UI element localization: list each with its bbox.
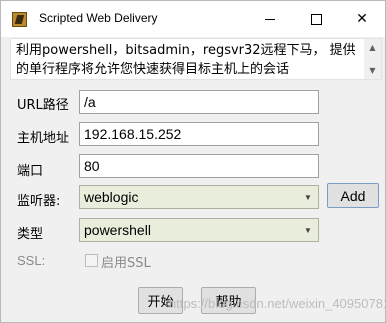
dialog-window: Scripted Web Delivery ✕ 利用powershell，bit…: [0, 0, 386, 323]
type-label: 类型: [17, 227, 44, 242]
ssl-checkbox-label: 启用SSL: [101, 256, 151, 271]
type-select[interactable]: powershell ▼: [79, 218, 319, 242]
maximize-button[interactable]: [293, 1, 339, 37]
ssl-checkbox[interactable]: [85, 254, 98, 267]
minimize-icon: [265, 18, 275, 20]
description-box[interactable]: 利用powershell，bitsadmin，regsvr32远程下马， 提供 …: [10, 38, 382, 80]
chevron-down-icon: ▼: [304, 225, 312, 235]
close-button[interactable]: ✕: [339, 1, 385, 37]
host-label: 主机地址: [17, 131, 70, 146]
ssl-label: SSL:: [17, 253, 46, 268]
host-input[interactable]: 192.168.15.252: [79, 122, 319, 146]
close-icon: ✕: [356, 11, 368, 27]
scroll-down-icon[interactable]: ▼: [364, 62, 381, 79]
listener-select[interactable]: weblogic ▼: [79, 185, 319, 209]
window-title: Scripted Web Delivery: [39, 11, 158, 25]
description-scrollbar[interactable]: ▲ ▼: [364, 39, 381, 79]
listener-label: 监听器:: [17, 194, 61, 209]
chevron-down-icon: ▼: [304, 192, 312, 202]
port-input[interactable]: 80: [79, 154, 319, 178]
type-value: powershell: [84, 222, 151, 238]
app-icon: [12, 12, 27, 27]
description-text: 利用powershell，bitsadmin，regsvr32远程下马， 提供 …: [16, 41, 366, 79]
port-label: 端口: [17, 164, 44, 179]
title-bar[interactable]: Scripted Web Delivery ✕: [1, 1, 385, 37]
description-line-2: 的单行程序将允许您快速获得目标主机上的会话: [16, 62, 290, 77]
url-path-input[interactable]: /a: [79, 90, 319, 114]
watermark-text: https://blog.csdn.net/weixin_40950781: [169, 296, 386, 311]
minimize-button[interactable]: [247, 1, 293, 37]
maximize-icon: [310, 13, 322, 25]
add-listener-button[interactable]: Add: [327, 183, 379, 208]
listener-value: weblogic: [84, 189, 139, 205]
description-line-1: 利用powershell，bitsadmin，regsvr32远程下马， 提供: [16, 43, 356, 58]
scroll-up-icon[interactable]: ▲: [364, 39, 381, 56]
url-path-label: URL路径: [17, 98, 69, 113]
